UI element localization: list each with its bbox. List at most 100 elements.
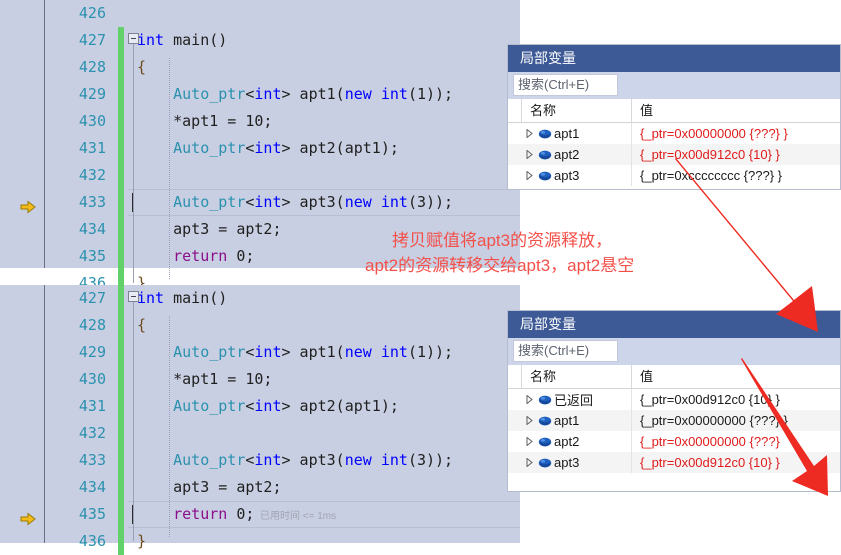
locals-row[interactable]: apt2 {_ptr=0x00d912c0 {10} } <box>508 144 840 165</box>
code-line[interactable]: 427 int main() <box>0 27 520 54</box>
code-line[interactable]: 433 Auto_ptr<int> apt3(new int(3)); <box>0 189 520 216</box>
change-marker-bar <box>118 243 124 270</box>
change-marker-bar <box>118 501 124 528</box>
code-line[interactable]: 428 { <box>0 54 520 81</box>
line-number: 431 <box>78 397 106 415</box>
code-line[interactable]: 429 Auto_ptr<int> apt1(new int(1)); <box>0 339 520 366</box>
chevron-right-icon[interactable] <box>522 150 536 159</box>
locals-row[interactable]: apt2 {_ptr=0x00000000 {???} <box>508 431 840 452</box>
change-marker-bar <box>118 312 124 339</box>
code-text: Auto_ptr<int> apt3(new int(3)); <box>137 193 454 211</box>
object-variable-icon <box>536 149 554 161</box>
line-number: 433 <box>78 193 106 211</box>
locals-row[interactable]: apt3 {_ptr=0x00d912c0 {10} } <box>508 452 840 473</box>
change-marker-bar <box>118 189 124 216</box>
code-line[interactable]: 433 Auto_ptr<int> apt3(new int(3)); <box>0 447 520 474</box>
change-marker-bar <box>118 162 124 189</box>
chevron-right-icon[interactable] <box>522 416 536 425</box>
row-indent <box>508 410 522 431</box>
object-variable-icon <box>536 394 554 406</box>
locals-window-top[interactable]: 局部变量 搜索(Ctrl+E) 名称 值 apt1 {_ptr=0x0000000… <box>507 44 841 190</box>
code-line[interactable]: 430 *apt1 = 10; <box>0 366 520 393</box>
change-marker-bar <box>118 81 124 108</box>
variable-name: apt1 <box>554 126 580 141</box>
search-input-top[interactable]: 搜索(Ctrl+E) <box>513 74 618 96</box>
locals-row[interactable]: 已返回 {_ptr=0x00d912c0 {10} } <box>508 389 840 410</box>
chevron-right-icon[interactable] <box>522 458 536 467</box>
code-text: Auto_ptr<int> apt2(apt1); <box>137 397 399 415</box>
locals-window-bottom[interactable]: 局部变量 搜索(Ctrl+E) 名称 值 已返回 {_ptr=0x00d912c0… <box>507 310 841 492</box>
locals-search-bar-top[interactable]: 搜索(Ctrl+E) <box>508 72 840 99</box>
code-line[interactable]: 431 Auto_ptr<int> apt2(apt1); <box>0 135 520 162</box>
row-indent <box>508 144 522 165</box>
locals-row-name-cell[interactable]: apt1 <box>522 410 632 431</box>
header-name-bottom[interactable]: 名称 <box>522 365 632 388</box>
variable-value[interactable]: {_ptr=0x00d912c0 {10} } <box>632 455 840 470</box>
line-number: 436 <box>78 532 106 550</box>
locals-row[interactable]: apt1 {_ptr=0x00000000 {???} } <box>508 123 840 144</box>
change-marker-bar <box>118 216 124 243</box>
locals-search-bar-bottom[interactable]: 搜索(Ctrl+E) <box>508 338 840 365</box>
locals-row-name-cell[interactable]: apt3 <box>522 165 632 186</box>
chevron-right-icon[interactable] <box>522 129 536 138</box>
code-line[interactable]: 430 *apt1 = 10; <box>0 108 520 135</box>
locals-row-name-cell[interactable]: 已返回 <box>522 389 632 410</box>
locals-row-name-cell[interactable]: apt3 <box>522 452 632 473</box>
chevron-right-icon[interactable] <box>522 395 536 404</box>
code-line[interactable]: 432 <box>0 420 520 447</box>
row-indent <box>508 431 522 452</box>
annotation-line-2: apt2的资源转移交给apt3，apt2悬空 <box>365 256 635 275</box>
code-line[interactable]: 428 { <box>0 312 520 339</box>
variable-value[interactable]: {_ptr=0x00000000 {???} } <box>632 413 840 428</box>
header-value-top[interactable]: 值 <box>632 99 840 122</box>
code-line[interactable]: 432 <box>0 162 520 189</box>
line-number: 429 <box>78 85 106 103</box>
code-text: return 0; <box>137 247 255 265</box>
chevron-right-icon[interactable] <box>522 437 536 446</box>
change-marker-bar <box>118 54 124 81</box>
code-line[interactable]: 436} <box>0 528 520 555</box>
variable-name: apt1 <box>554 413 580 428</box>
locals-row[interactable]: apt1 {_ptr=0x00000000 {???} } <box>508 410 840 431</box>
change-marker-bar <box>118 528 124 555</box>
line-number: 429 <box>78 343 106 361</box>
code-line[interactable]: 427 int main() <box>0 285 520 312</box>
locals-row-name-cell[interactable]: apt1 <box>522 123 632 144</box>
search-input-bottom[interactable]: 搜索(Ctrl+E) <box>513 340 618 362</box>
line-number: 430 <box>78 370 106 388</box>
header-name-top[interactable]: 名称 <box>522 99 632 122</box>
line-number: 428 <box>78 316 106 334</box>
locals-row[interactable]: apt3 {_ptr=0xcccccccc {???} } <box>508 165 840 186</box>
variable-value[interactable]: {_ptr=0x00d912c0 {10} } <box>632 147 840 162</box>
header-value-bottom[interactable]: 值 <box>632 365 840 388</box>
indent-guide <box>169 58 171 279</box>
line-number: 432 <box>78 424 106 442</box>
locals-row-name-cell[interactable]: apt2 <box>522 144 632 165</box>
line-number: 435 <box>78 247 106 265</box>
code-text: Auto_ptr<int> apt2(apt1); <box>137 139 399 157</box>
code-text: Auto_ptr<int> apt3(new int(3)); <box>137 451 454 469</box>
code-line[interactable]: 429 Auto_ptr<int> apt1(new int(1)); <box>0 81 520 108</box>
annotation-line-1: 拷贝赋值将apt3的资源释放， <box>392 231 613 250</box>
locals-title-bottom: 局部变量 <box>508 311 840 338</box>
code-line[interactable]: 435 return 0; 已用时间 <= 1ms <box>0 501 520 528</box>
code-line[interactable]: 426 <box>0 0 520 27</box>
code-line[interactable]: 431 Auto_ptr<int> apt2(apt1); <box>0 393 520 420</box>
locals-row-name-cell[interactable]: apt2 <box>522 431 632 452</box>
variable-value[interactable]: {_ptr=0x00d912c0 {10} } <box>632 392 840 407</box>
variable-value[interactable]: {_ptr=0x00000000 {???} } <box>632 126 840 141</box>
variable-name: 已返回 <box>554 393 594 408</box>
row-indent <box>508 165 522 186</box>
code-text: *apt1 = 10; <box>137 112 273 130</box>
line-number: 432 <box>78 166 106 184</box>
chevron-right-icon[interactable] <box>522 171 536 180</box>
indent-guide <box>169 316 171 537</box>
header-spacer-bottom <box>508 365 522 388</box>
variable-value[interactable]: {_ptr=0xcccccccc {???} } <box>632 168 840 183</box>
code-editor-pane-bottom[interactable]: 427 int main() 428 {429 Auto_ptr<int> apt1(… <box>0 285 520 555</box>
code-line[interactable]: 434 apt3 = apt2; <box>0 474 520 501</box>
fold-region-line <box>133 44 134 283</box>
line-number: 433 <box>78 451 106 469</box>
object-variable-icon <box>536 415 554 427</box>
variable-value[interactable]: {_ptr=0x00000000 {???} <box>632 434 840 449</box>
